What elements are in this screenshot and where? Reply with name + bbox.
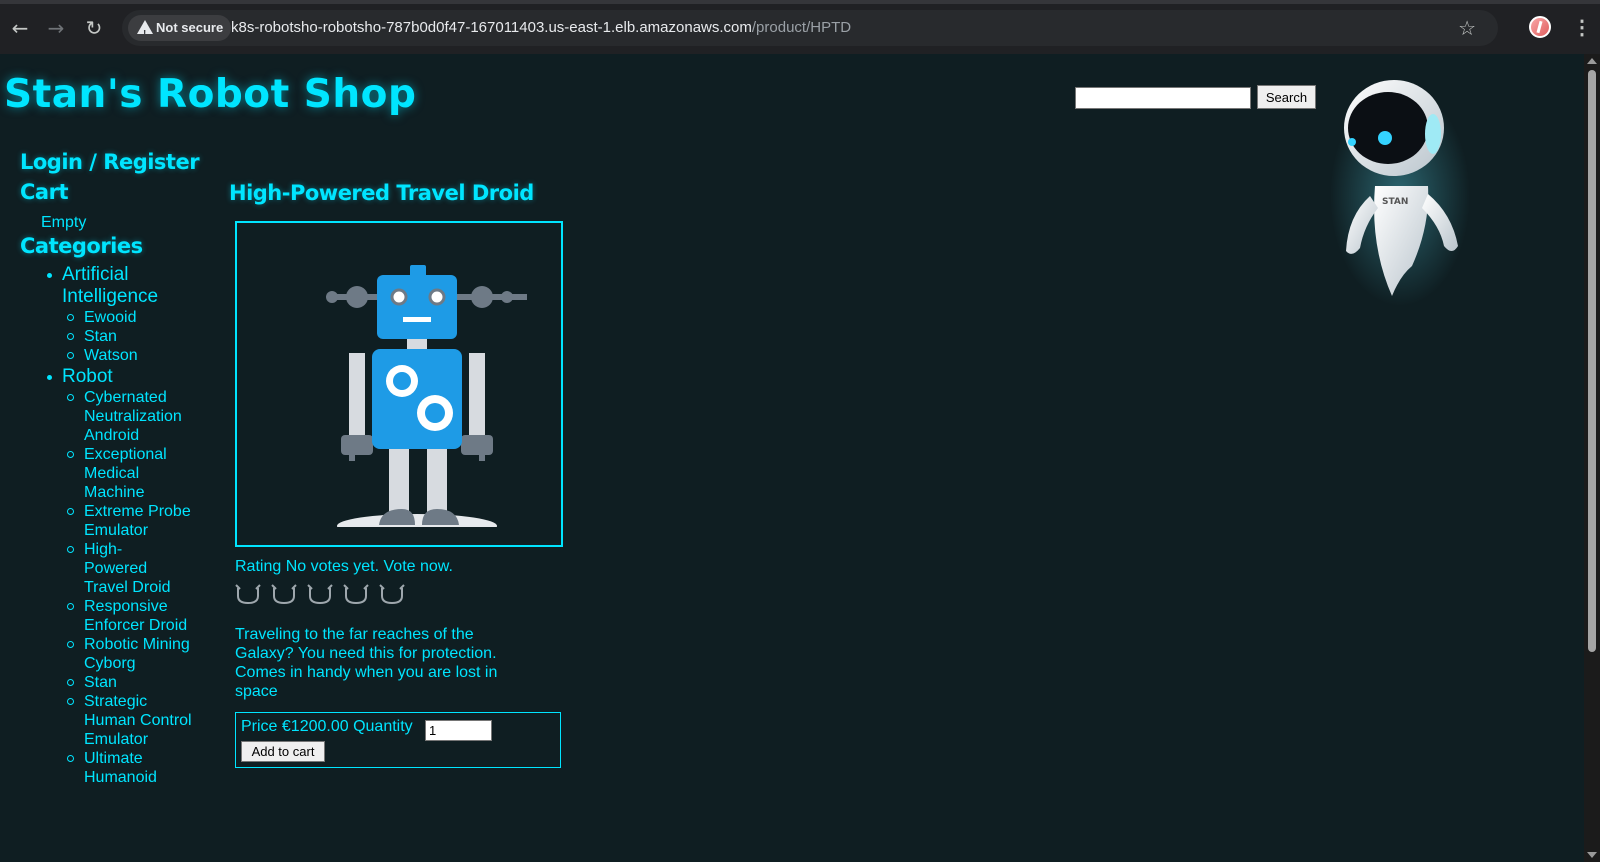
product-link[interactable]: Ewooid — [42, 308, 212, 327]
product-label[interactable]: Cybernated Neutralization Android — [84, 388, 194, 445]
url-host: k8s-robotsho-robotsho-787b0d0f47-1670114… — [231, 19, 752, 36]
category-robot: Robot Cybernated Neutralization Android … — [42, 366, 212, 787]
vote-icons — [235, 582, 405, 606]
url-text[interactable]: k8s-robotsho-robotsho-787b0d0f47-1670114… — [231, 10, 851, 46]
circle-bullet — [67, 641, 74, 648]
mascot-robot-image: STAN — [1330, 80, 1470, 306]
product-title: High-Powered Travel Droid — [229, 181, 534, 205]
bullet — [47, 273, 52, 278]
product-link[interactable]: Ultimate Humanoid — [42, 749, 212, 787]
circle-bullet — [67, 333, 74, 340]
product-label[interactable]: Stan — [84, 673, 194, 692]
product-image-frame — [235, 221, 563, 547]
categories-heading: Categories — [20, 234, 143, 258]
circle-bullet — [67, 603, 74, 610]
category-label[interactable]: Robot — [62, 366, 172, 388]
warning-icon — [137, 20, 153, 48]
subcategory-list: Cybernated Neutralization Android Except… — [62, 388, 212, 787]
profile-avatar[interactable] — [1529, 16, 1551, 38]
product-label[interactable]: Stan — [84, 327, 194, 346]
category-artificial-intelligence: Artificial Intelligence Ewooid Stan Wats… — [42, 264, 212, 365]
circle-bullet — [67, 352, 74, 359]
circle-bullet — [67, 314, 74, 321]
cart-status: Empty — [41, 214, 87, 231]
product-link[interactable]: Robotic Mining Cyborg — [42, 635, 212, 673]
url-path: /product/HPTD — [751, 19, 852, 36]
robot-vote-icon[interactable] — [235, 582, 261, 606]
category-list: Artificial Intelligence Ewooid Stan Wats… — [42, 264, 212, 788]
address-bar[interactable]: Not secure k8s-robotsho-robotsho-787b0d0… — [122, 10, 1498, 48]
product-label[interactable]: Exceptional Medical Machine — [84, 445, 194, 502]
product-link[interactable]: Cybernated Neutralization Android — [42, 388, 212, 445]
product-link[interactable]: Exceptional Medical Machine — [42, 445, 212, 502]
quantity-input[interactable] — [425, 720, 492, 741]
security-label: Not secure — [156, 20, 224, 35]
reload-icon[interactable]: ↻ — [81, 15, 107, 41]
back-arrow-icon[interactable]: ← — [7, 15, 33, 41]
scroll-thumb[interactable] — [1588, 70, 1596, 652]
page-scrollbar[interactable] — [1584, 54, 1600, 862]
subcategory-list: Ewooid Stan Watson — [62, 308, 212, 365]
product-label[interactable]: Ewooid — [84, 308, 194, 327]
scroll-up-arrow-icon[interactable] — [1587, 58, 1597, 64]
product-link[interactable]: High-Powered Travel Droid — [42, 540, 212, 597]
star-icon[interactable]: ☆ — [1458, 15, 1476, 41]
circle-bullet — [67, 755, 74, 762]
circle-bullet — [67, 451, 74, 458]
circle-bullet — [67, 394, 74, 401]
browser-toolbar: ← → ↻ Not secure k8s-robotsho-robotsho-7… — [0, 0, 1600, 54]
add-to-cart-button[interactable]: Add to cart — [241, 741, 325, 762]
price-quantity-label: Price €1200.00 Quantity — [241, 718, 413, 735]
robot-vote-icon[interactable] — [271, 582, 297, 606]
circle-bullet — [67, 508, 74, 515]
bullet — [47, 375, 52, 380]
search-button[interactable]: Search — [1257, 85, 1316, 109]
product-link[interactable]: Stan — [42, 673, 212, 692]
robot-vote-icon[interactable] — [307, 582, 333, 606]
product-label[interactable]: Robotic Mining Cyborg — [84, 635, 194, 673]
product-label[interactable]: Extreme Probe Emulator — [84, 502, 194, 540]
site-title[interactable]: Stan's Robot Shop — [4, 72, 416, 117]
search-input[interactable] — [1075, 87, 1251, 109]
product-link[interactable]: Responsive Enforcer Droid — [42, 597, 212, 635]
product-label[interactable]: High-Powered Travel Droid — [84, 540, 174, 597]
product-label[interactable]: Watson — [84, 346, 194, 365]
product-link[interactable]: Stan — [42, 327, 212, 346]
cart-link[interactable]: Cart — [20, 180, 68, 204]
product-description: Traveling to the far reaches of the Gala… — [235, 626, 498, 700]
product-robot-image — [326, 265, 527, 527]
security-chip[interactable]: Not secure — [128, 15, 232, 48]
forward-arrow-icon[interactable]: → — [43, 15, 69, 41]
circle-bullet — [67, 546, 74, 553]
product-link[interactable]: Extreme Probe Emulator — [42, 502, 212, 540]
product-link[interactable]: Watson — [42, 346, 212, 365]
category-label[interactable]: Artificial Intelligence — [62, 264, 182, 308]
robot-vote-icon[interactable] — [379, 582, 405, 606]
svg-text:STAN: STAN — [1382, 197, 1408, 207]
login-register-link[interactable]: Login / Register — [20, 150, 200, 174]
scroll-down-arrow-icon[interactable] — [1587, 852, 1597, 858]
page-content: Stan's Robot Shop Search STAN Login / Re… — [0, 54, 1584, 862]
robot-vote-icon[interactable] — [343, 582, 369, 606]
product-label[interactable]: Ultimate Humanoid — [84, 749, 194, 787]
kebab-menu-icon[interactable]: ⋮ — [1572, 15, 1592, 41]
circle-bullet — [67, 679, 74, 686]
product-label[interactable]: Strategic Human Control Emulator — [84, 692, 194, 749]
product-label[interactable]: Responsive Enforcer Droid — [84, 597, 194, 635]
tab-strip — [0, 0, 1600, 4]
rating-text: Rating No votes yet. Vote now. — [235, 558, 453, 575]
purchase-box: Price €1200.00 Quantity Add to cart — [235, 712, 561, 768]
product-link[interactable]: Strategic Human Control Emulator — [42, 692, 212, 749]
circle-bullet — [67, 698, 74, 705]
